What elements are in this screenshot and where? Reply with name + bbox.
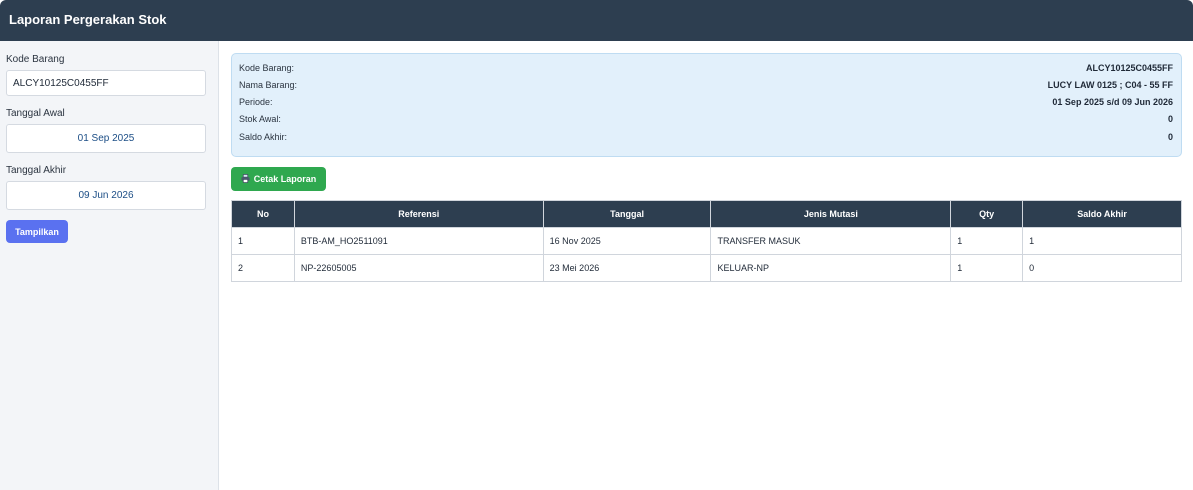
info-value: LUCY LAW 0125 ; C04 - 55 FF <box>1047 80 1173 90</box>
column-header-no: No <box>231 200 295 228</box>
tampilkan-button[interactable]: Tampilkan <box>6 220 68 243</box>
table-row: 2 NP-22605005 23 Mei 2026 KELUAR-NP 1 0 <box>231 254 1182 282</box>
cell-tanggal: 16 Nov 2025 <box>542 227 712 255</box>
column-header-qty: Qty <box>950 200 1024 228</box>
info-value: 01 Sep 2025 s/d 09 Jun 2026 <box>1052 97 1173 107</box>
stock-movement-table: No Referensi Tanggal Jenis Mutasi Qty Sa… <box>231 200 1182 282</box>
kode-barang-label: Kode Barang <box>6 54 65 65</box>
info-label: Periode: <box>239 97 273 107</box>
cell-saldo-akhir: 1 <box>1022 227 1182 255</box>
tanggal-awal-input[interactable]: 01 Sep 2025 <box>6 124 206 153</box>
cell-saldo-akhir: 0 <box>1022 254 1182 282</box>
printer-icon <box>241 173 250 185</box>
table-header-row: No Referensi Tanggal Jenis Mutasi Qty Sa… <box>231 200 1182 228</box>
cell-qty: 1 <box>950 254 1024 282</box>
cell-tanggal: 23 Mei 2026 <box>542 254 712 282</box>
info-row-stok-awal: Stok Awal: 0 <box>239 114 1173 128</box>
app-window: Laporan Pergerakan Stok Kode Barang ALCY… <box>0 0 1193 490</box>
info-label: Saldo Akhir: <box>239 132 288 142</box>
info-row-periode: Periode: 01 Sep 2025 s/d 09 Jun 2026 <box>239 97 1173 111</box>
cetak-laporan-label: Cetak Laporan <box>253 174 317 184</box>
cell-jenis-mutasi: TRANSFER MASUK <box>710 227 952 255</box>
info-value: ALCY10125C0455FF <box>1085 63 1173 73</box>
info-row-kode: Kode Barang: ALCY10125C0455FF <box>239 63 1173 77</box>
info-label: Stok Awal: <box>239 114 281 124</box>
info-row-saldo-akhir: Saldo Akhir: 0 <box>239 132 1173 146</box>
report-info-panel: Kode Barang: ALCY10125C0455FF Nama Baran… <box>231 53 1182 157</box>
tanggal-awal-label: Tanggal Awal <box>6 108 65 119</box>
cetak-laporan-button[interactable]: Cetak Laporan <box>231 167 326 191</box>
column-header-saldo-akhir: Saldo Akhir <box>1022 200 1182 228</box>
info-value: 0 <box>1167 114 1173 124</box>
kode-barang-input[interactable]: ALCY10125C0455FF <box>6 70 206 96</box>
table-row: 1 BTB-AM_HO2511091 16 Nov 2025 TRANSFER … <box>231 227 1182 255</box>
info-label: Nama Barang: <box>239 80 298 90</box>
info-label: Kode Barang: <box>239 63 295 73</box>
cell-jenis-mutasi: KELUAR-NP <box>710 254 952 282</box>
tanggal-akhir-input[interactable]: 09 Jun 2026 <box>6 181 206 210</box>
cell-referensi: NP-22605005 <box>293 254 544 282</box>
info-row-nama: Nama Barang: LUCY LAW 0125 ; C04 - 55 FF <box>239 80 1173 94</box>
page-title: Laporan Pergerakan Stok <box>9 12 167 27</box>
tanggal-akhir-label: Tanggal Akhir <box>6 165 67 176</box>
filter-sidebar: Kode Barang ALCY10125C0455FF Tanggal Awa… <box>0 41 219 490</box>
column-header-referensi: Referensi <box>293 200 544 228</box>
cell-referensi: BTB-AM_HO2511091 <box>293 227 544 255</box>
cell-qty: 1 <box>950 227 1024 255</box>
info-value: 0 <box>1167 132 1173 142</box>
cell-no: 1 <box>231 227 295 255</box>
top-bar: Laporan Pergerakan Stok <box>0 0 1193 41</box>
cell-no: 2 <box>231 254 295 282</box>
column-header-tanggal: Tanggal <box>542 200 712 228</box>
column-header-jenis-mutasi: Jenis Mutasi <box>710 200 952 228</box>
